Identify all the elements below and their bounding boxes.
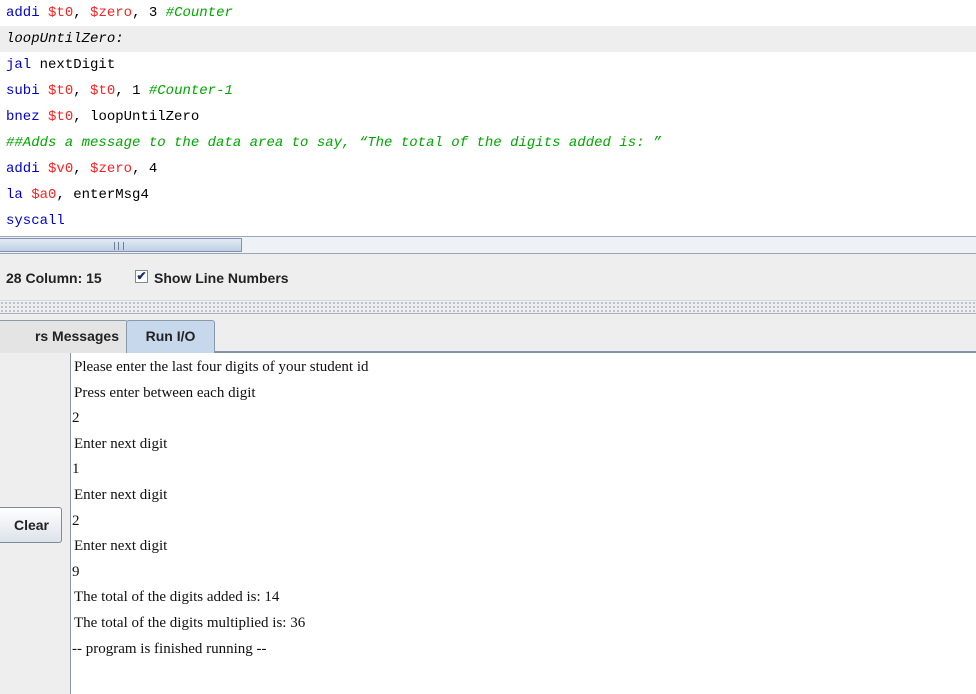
code-token: nextDigit <box>39 57 116 73</box>
tab-mars-messages[interactable]: rs Messages <box>0 320 128 353</box>
console-line: The total of the digits multiplied is: 3… <box>74 615 306 631</box>
code-token: , 1 <box>115 83 149 99</box>
clear-button[interactable]: Clear <box>0 507 62 543</box>
code-token: $t0 <box>48 109 74 125</box>
code-token: $v0 <box>48 161 74 177</box>
code-token: , <box>73 161 91 177</box>
console-line: Enter next digit <box>74 538 168 555</box>
show-line-numbers-checkbox[interactable]: ✔ <box>135 270 148 283</box>
code-token: bnez <box>6 109 49 125</box>
code-token: $t0 <box>90 83 116 99</box>
code-token: subi <box>6 83 49 99</box>
code-line[interactable]: addi $t0, $zero, 3 #Counter <box>0 0 976 26</box>
editor-horizontal-scrollbar[interactable] <box>0 236 976 254</box>
code-token: la <box>6 187 32 203</box>
code-token: $zero <box>90 5 133 21</box>
code-token: addi <box>6 5 49 21</box>
cursor-position-text: 28 Column: 15 <box>6 270 102 286</box>
console-line: Please enter the last four digits of you… <box>74 359 369 375</box>
message-tabs: rs Messages Run I/O <box>0 314 976 353</box>
code-token: , loopUntilZero <box>73 109 200 125</box>
console-line: Enter next digit <box>74 435 168 452</box>
run-io-panel: Clear Please enter the last four digits … <box>0 353 976 694</box>
code-line[interactable]: loopUntilZero: <box>0 26 976 52</box>
console-line: Enter next digit <box>74 487 168 503</box>
console-line: Press enter between each digit <box>74 384 256 401</box>
code-token: $t0 <box>48 83 74 99</box>
code-line[interactable]: syscall <box>0 208 976 234</box>
editor-status-bar: 28 Column: 15 ✔ Show Line Numbers <box>0 254 976 300</box>
code-token: $t0 <box>48 5 74 21</box>
console-output[interactable]: Please enter the last four digits of you… <box>70 353 976 694</box>
console-line: 1 <box>72 461 80 478</box>
code-token: , enterMsg4 <box>56 187 149 203</box>
code-line[interactable]: addi $v0, $zero, 4 <box>0 156 976 182</box>
code-editor[interactable]: addi $t0, $zero, 3 #Counter loopUntilZero… <box>0 0 976 236</box>
code-line[interactable]: jal nextDigit <box>0 52 976 78</box>
code-line[interactable]: bnez $t0, loopUntilZero <box>0 104 976 130</box>
code-token: ##Adds a message to the data area to say… <box>6 135 662 151</box>
code-line[interactable]: subi $t0, $t0, 1 #Counter-1 <box>0 78 976 104</box>
code-token: #Counter-1 <box>148 83 233 99</box>
scrollbar-grip-icon <box>114 242 124 250</box>
code-token: $a0 <box>31 187 57 203</box>
split-pane-divider[interactable] <box>0 300 976 314</box>
code-token: $zero <box>90 161 133 177</box>
code-line[interactable]: ##Adds a message to the data area to say… <box>0 130 976 156</box>
code-token: , 4 <box>132 161 158 177</box>
scrollbar-thumb[interactable] <box>0 238 242 252</box>
code-token: syscall <box>6 213 65 229</box>
code-token: addi <box>6 161 49 177</box>
code-token: , <box>73 5 91 21</box>
code-token: loopUntilZero: <box>6 31 124 47</box>
code-token: jal <box>6 57 40 73</box>
tab-run-io[interactable]: Run I/O <box>126 320 215 353</box>
console-line: 9 <box>72 563 80 580</box>
console-line: -- program is finished running -- <box>72 640 267 657</box>
code-line[interactable]: la $a0, enterMsg4 <box>0 182 976 208</box>
code-token: , 3 <box>132 5 166 21</box>
console-line: 2 <box>72 410 80 427</box>
console-line: The total of the digits added is: 14 <box>74 589 280 606</box>
show-line-numbers-label[interactable]: Show Line Numbers <box>154 270 289 286</box>
console-line: 2 <box>72 512 80 529</box>
code-token: #Counter <box>165 5 233 21</box>
code-token: , <box>73 83 91 99</box>
